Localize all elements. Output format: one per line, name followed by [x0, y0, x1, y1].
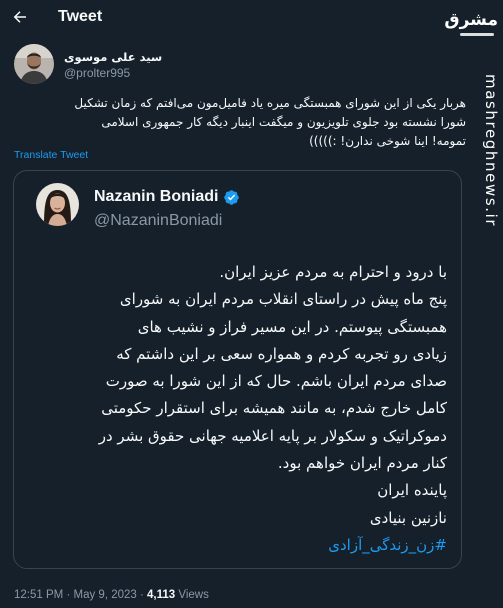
- page-title: Tweet: [58, 8, 103, 25]
- quote-text-line: با درود و احترام به مردم عزیز ایران.: [219, 263, 447, 281]
- author-name[interactable]: سید علی موسوی: [64, 50, 162, 65]
- quoted-tweet-card[interactable]: Nazanin Boniadi @NazaninBoniadi با درود …: [13, 170, 462, 569]
- quote-text-line: همبستگی پیوستم. در این مسیر فراز و نشیب …: [137, 317, 447, 336]
- quote-author-name-row: Nazanin Boniadi: [94, 187, 240, 207]
- meta-separator: ·: [66, 589, 71, 601]
- user-avatar-icon: [14, 44, 54, 84]
- translate-tweet-link[interactable]: Translate Tweet: [14, 149, 88, 162]
- watermark-logo-underline: [460, 33, 494, 36]
- hashtag-link[interactable]: #زن_زندگی_آزادی: [30, 532, 447, 559]
- meta-separator: ·: [139, 589, 144, 601]
- quote-text-line: صدای مردم ایران باشم. حال که از این شورا…: [105, 372, 447, 391]
- tweet-time[interactable]: 12:51 PM: [14, 589, 63, 601]
- arrow-left-icon: [13, 11, 26, 23]
- quote-text-line: کامل خارج شدم، به مانند همیشه برای استقر…: [101, 399, 447, 418]
- back-button[interactable]: [8, 5, 32, 29]
- author-avatar[interactable]: [14, 44, 54, 84]
- tweet-meta: 12:51 PM · May 9, 2023 · 4,113 Views: [14, 588, 209, 603]
- author-handle[interactable]: @prolter995: [64, 66, 130, 81]
- watermark-logo: مشرق: [444, 10, 498, 30]
- quote-author-handle[interactable]: @NazaninBoniadi: [94, 211, 222, 231]
- verified-badge-icon: [224, 189, 240, 205]
- quote-text-line: پاینده ایران: [377, 481, 447, 500]
- quote-text: با درود و احترام به مردم عزیز ایران. پنج…: [30, 259, 447, 559]
- quote-text-line: زیادی رو تجربه کردم و همواره سعی بر این …: [116, 344, 447, 363]
- user-avatar-icon: [36, 183, 79, 226]
- quote-text-line: پنج ماه پیش در راستای انقلاب مردم ایران …: [119, 290, 447, 309]
- quote-text-line: دموکراتیک و سکولار بر پایه اعلامیه جهانی…: [98, 426, 447, 445]
- tweet-date[interactable]: May 9, 2023: [73, 589, 136, 601]
- quote-author-avatar[interactable]: [36, 183, 79, 226]
- quote-author-name[interactable]: Nazanin Boniadi: [94, 187, 218, 207]
- quote-text-line: نازنین بنیادی: [369, 508, 447, 527]
- watermark-site: mashreghnews.ir: [482, 74, 500, 228]
- views-label: Views: [178, 589, 209, 601]
- views-count: 4,113: [147, 589, 176, 601]
- tweet-text-line: هربار یکی از این شورای همبستگی میره یاد …: [74, 96, 466, 110]
- tweet-text-line: شورا نشسته بود جلوی تلویزیون و میگفت این…: [101, 115, 466, 129]
- tweet-text: هربار یکی از این شورای همبستگی میره یاد …: [14, 94, 466, 151]
- quote-text-line: کنار مردم ایران خواهم بود.: [277, 454, 447, 473]
- tweet-page: Tweet مشرق mashreghnews.ir سید علی موسوی…: [0, 0, 503, 608]
